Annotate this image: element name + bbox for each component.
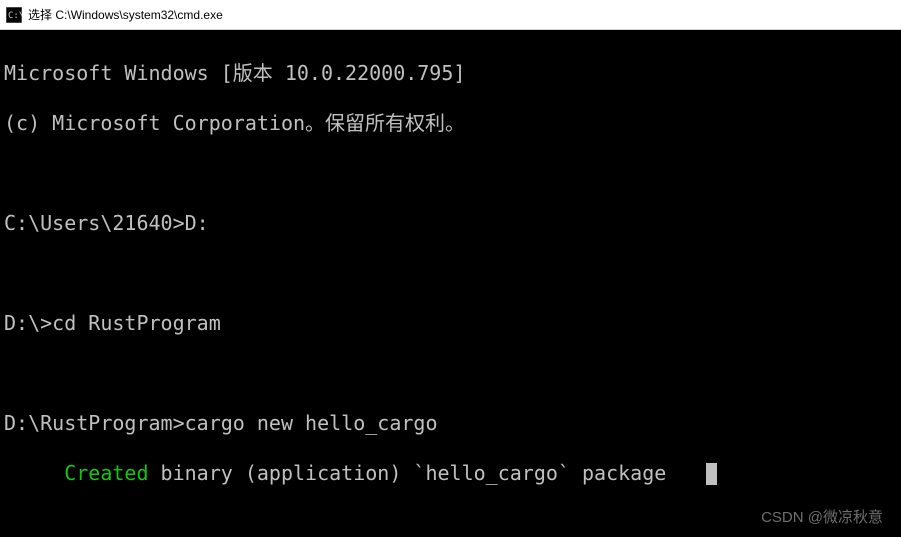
command: cd RustProgram [52, 311, 221, 335]
svg-text:C:\: C:\ [8, 11, 22, 21]
prompt-line: D:\RustProgram>cargo new hello_cargo [4, 411, 897, 436]
output-line: Created binary (application) `hello_carg… [4, 461, 897, 486]
blank-line [4, 161, 897, 186]
prompt: D:\> [4, 311, 52, 335]
prompt-line: C:\Users\21640>D: [4, 211, 897, 236]
cmd-icon: C:\ [6, 7, 22, 23]
window-titlebar[interactable]: C:\ 选择 C:\Windows\system32\cmd.exe [0, 0, 901, 30]
selection-cursor [706, 463, 717, 485]
created-text: binary (application) `hello_cargo` packa… [149, 461, 667, 485]
created-label: Created [64, 461, 148, 485]
blank-line [4, 261, 897, 286]
window-title: 选择 C:\Windows\system32\cmd.exe [28, 6, 223, 23]
prompt: C:\Users\21640> [4, 211, 185, 235]
blank-line [4, 361, 897, 386]
terminal-output[interactable]: Microsoft Windows [版本 10.0.22000.795] (c… [0, 30, 901, 537]
copyright-line: (c) Microsoft Corporation。保留所有权利。 [4, 111, 897, 136]
banner-line: Microsoft Windows [版本 10.0.22000.795] [4, 61, 897, 86]
prompt: D:\RustProgram> [4, 411, 185, 435]
blank-line [4, 511, 897, 536]
command: cargo new hello_cargo [185, 411, 438, 435]
command: D: [185, 211, 209, 235]
prompt-line: D:\>cd RustProgram [4, 311, 897, 336]
